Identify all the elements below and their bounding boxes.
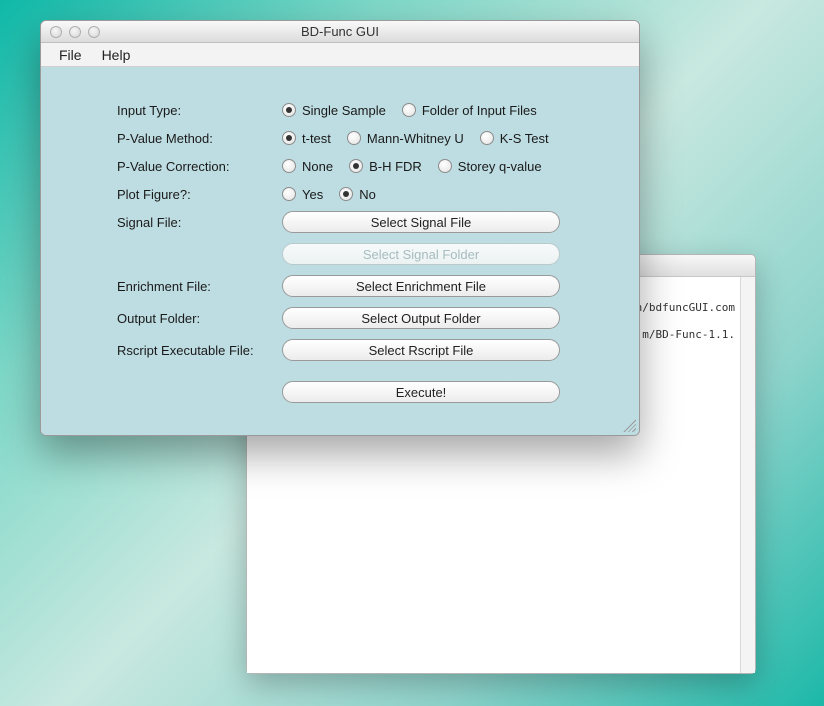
menu-file[interactable]: File (49, 44, 92, 66)
row-input-type: Input Type: Single Sample Folder of Inpu… (117, 97, 609, 123)
traffic-lights (41, 26, 100, 38)
resize-grip-icon[interactable] (622, 418, 636, 432)
radio-icon (339, 187, 353, 201)
radio-bhfdr[interactable]: B-H FDR (349, 159, 422, 174)
radio-none[interactable]: None (282, 159, 333, 174)
select-rscript-file-button[interactable]: Select Rscript File (282, 339, 560, 361)
row-pvalue-method: P-Value Method: t-test Mann-Whitney U K-… (117, 125, 609, 151)
radios-input-type: Single Sample Folder of Input Files (282, 103, 537, 118)
label-enrichment-file: Enrichment File: (117, 279, 282, 294)
radio-icon (349, 159, 363, 173)
scrollbar[interactable] (740, 277, 755, 673)
radio-storey[interactable]: Storey q-value (438, 159, 542, 174)
select-output-folder-button[interactable]: Select Output Folder (282, 307, 560, 329)
radio-mannwhitney[interactable]: Mann-Whitney U (347, 131, 464, 146)
radios-pvalue-method: t-test Mann-Whitney U K-S Test (282, 131, 549, 146)
radios-plot-figure: Yes No (282, 187, 376, 202)
radio-kstest[interactable]: K-S Test (480, 131, 549, 146)
row-execute: Execute! (117, 379, 609, 405)
radio-icon (347, 131, 361, 145)
radio-icon (438, 159, 452, 173)
radio-icon (282, 187, 296, 201)
main-window: BD-Func GUI File Help Input Type: Single… (40, 20, 640, 436)
window-title: BD-Func GUI (41, 24, 639, 39)
radio-icon (402, 103, 416, 117)
radio-icon (282, 159, 296, 173)
row-signal-file: Signal File: Select Signal File (117, 209, 609, 235)
label-pvalue-correction: P-Value Correction: (117, 159, 282, 174)
label-input-type: Input Type: (117, 103, 282, 118)
radio-yes[interactable]: Yes (282, 187, 323, 202)
select-signal-folder-button: Select Signal Folder (282, 243, 560, 265)
row-signal-folder: Select Signal Folder (117, 241, 609, 267)
row-output-folder: Output Folder: Select Output Folder (117, 305, 609, 331)
row-pvalue-correction: P-Value Correction: None B-H FDR Storey … (117, 153, 609, 179)
label-plot-figure: Plot Figure?: (117, 187, 282, 202)
select-signal-file-button[interactable]: Select Signal File (282, 211, 560, 233)
label-output-folder: Output Folder: (117, 311, 282, 326)
label-rscript: Rscript Executable File: (117, 343, 282, 358)
titlebar[interactable]: BD-Func GUI (41, 21, 639, 43)
label-pvalue-method: P-Value Method: (117, 131, 282, 146)
radio-single-sample[interactable]: Single Sample (282, 103, 386, 118)
radio-icon (282, 131, 296, 145)
execute-button[interactable]: Execute! (282, 381, 560, 403)
radio-ttest[interactable]: t-test (282, 131, 331, 146)
radio-icon (282, 103, 296, 117)
menubar: File Help (41, 43, 639, 67)
minimize-icon[interactable] (69, 26, 81, 38)
row-rscript: Rscript Executable File: Select Rscript … (117, 337, 609, 363)
close-icon[interactable] (50, 26, 62, 38)
row-enrichment-file: Enrichment File: Select Enrichment File (117, 273, 609, 299)
zoom-icon[interactable] (88, 26, 100, 38)
label-signal-file: Signal File: (117, 215, 282, 230)
row-plot-figure: Plot Figure?: Yes No (117, 181, 609, 207)
radio-icon (480, 131, 494, 145)
radios-pvalue-correction: None B-H FDR Storey q-value (282, 159, 542, 174)
radio-no[interactable]: No (339, 187, 376, 202)
radio-folder-input[interactable]: Folder of Input Files (402, 103, 537, 118)
select-enrichment-file-button[interactable]: Select Enrichment File (282, 275, 560, 297)
content-panel: Input Type: Single Sample Folder of Inpu… (41, 67, 639, 435)
menu-help[interactable]: Help (92, 44, 141, 66)
